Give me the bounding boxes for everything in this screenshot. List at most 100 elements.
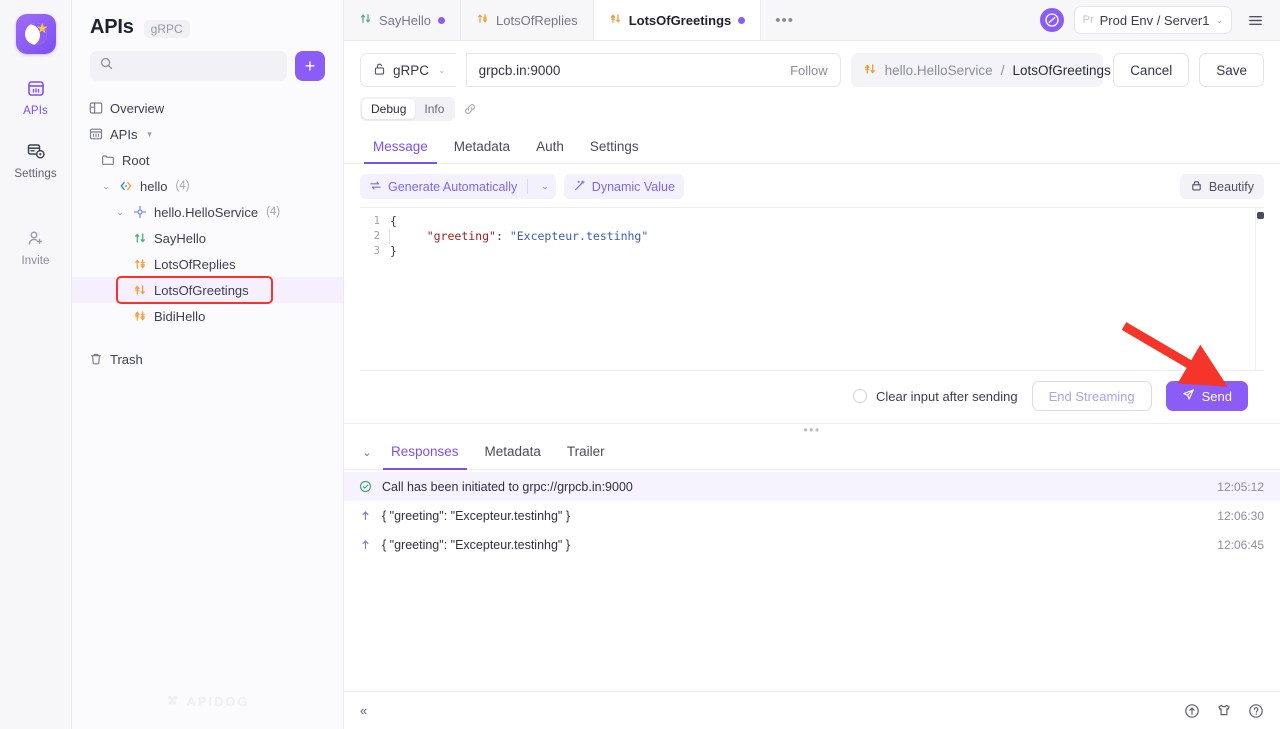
hamburger-icon[interactable] bbox=[1242, 7, 1268, 33]
tree-item-lotsofreplies[interactable]: LotsOfReplies bbox=[72, 251, 343, 277]
tab-auth[interactable]: Auth bbox=[523, 131, 577, 163]
left-rail: ★ APIs Settings Invite bbox=[0, 0, 72, 729]
search-icon bbox=[100, 57, 113, 75]
save-button[interactable]: Save bbox=[1199, 53, 1264, 87]
code-line: 3 } bbox=[360, 244, 1264, 259]
tree-item-overview[interactable]: Overview bbox=[72, 95, 343, 121]
tab-response-metadata[interactable]: Metadata bbox=[472, 435, 554, 469]
tree-label: BidiHello bbox=[154, 309, 205, 324]
chevron-down-icon[interactable]: ⌄ bbox=[356, 446, 378, 459]
response-text: { "greeting": "Excepteur.testinhg" } bbox=[382, 538, 570, 552]
response-tabs: ⌄ Responses Metadata Trailer bbox=[344, 435, 1280, 470]
protocol-select[interactable]: gRPC ⌄ bbox=[360, 53, 456, 87]
check-circle-icon bbox=[358, 480, 373, 493]
chevron-down-icon[interactable]: ⌄ bbox=[114, 207, 126, 218]
tab-settings[interactable]: Settings bbox=[577, 131, 652, 163]
client-stream-icon bbox=[132, 282, 148, 298]
tab-dirty-dot bbox=[438, 17, 445, 24]
chevron-down-icon[interactable]: ⌄ bbox=[438, 65, 446, 76]
segment-debug[interactable]: Debug bbox=[362, 99, 415, 119]
tab-label: LotsOfReplies bbox=[496, 13, 578, 28]
clear-input-label: Clear input after sending bbox=[876, 389, 1018, 404]
link-icon[interactable] bbox=[463, 102, 477, 116]
collapse-sidebar-button[interactable]: « bbox=[360, 703, 366, 718]
json-editor[interactable]: 1 { 2 "greeting": "Excepteur.testinhg" 3… bbox=[360, 207, 1264, 370]
generate-automatically-button[interactable]: Generate Automatically ⌄ bbox=[360, 174, 556, 199]
tree-item-lotsofgreetings[interactable]: LotsOfGreetings bbox=[72, 277, 343, 303]
response-time: 12:06:45 bbox=[1217, 538, 1264, 552]
rail-item-apis[interactable]: APIs bbox=[4, 76, 68, 117]
rail-item-invite[interactable]: Invite bbox=[4, 226, 68, 267]
response-text: Call has been initiated to grpc://grpcb.… bbox=[382, 480, 633, 494]
send-label: Send bbox=[1202, 389, 1232, 404]
line-text: } bbox=[390, 244, 397, 259]
tab-responses[interactable]: Responses bbox=[378, 435, 472, 469]
response-row[interactable]: { "greeting": "Excepteur.testinhg" } 12:… bbox=[344, 530, 1280, 559]
code-content: 1 { 2 "greeting": "Excepteur.testinhg" 3… bbox=[360, 208, 1264, 259]
tree-label: APIs bbox=[110, 127, 137, 142]
dynamic-value-button[interactable]: Dynamic Value bbox=[564, 174, 684, 199]
tab-overflow-button[interactable]: ••• bbox=[761, 0, 808, 40]
tree-item-root[interactable]: Root bbox=[72, 147, 343, 173]
help-circle-icon[interactable] bbox=[1248, 703, 1264, 719]
checkbox-box[interactable] bbox=[853, 389, 867, 403]
protocol-label: gRPC bbox=[393, 63, 429, 78]
invite-icon bbox=[24, 226, 48, 250]
rail-item-settings[interactable]: Settings bbox=[4, 139, 68, 180]
service-icon bbox=[132, 204, 148, 220]
tree-item-helloservice[interactable]: ⌄ hello.HelloService (4) bbox=[72, 199, 343, 225]
sidebar-header: APIs gRPC bbox=[72, 0, 343, 43]
chevron-down-icon[interactable]: ⌄ bbox=[1215, 15, 1223, 26]
tab-metadata[interactable]: Metadata bbox=[441, 131, 523, 163]
response-list: Call has been initiated to grpc://grpcb.… bbox=[344, 470, 1280, 559]
beautify-button[interactable]: Beautify bbox=[1180, 174, 1264, 199]
tab-trailer[interactable]: Trailer bbox=[554, 435, 618, 469]
tree-label: hello bbox=[140, 179, 167, 194]
code-indent bbox=[399, 229, 427, 243]
chevron-down-icon[interactable]: ⌄ bbox=[534, 181, 556, 192]
search-input[interactable] bbox=[119, 59, 277, 73]
tree-item-hello[interactable]: ⌄ hello (4) bbox=[72, 173, 343, 199]
shirt-icon[interactable] bbox=[1216, 703, 1232, 719]
tree-item-sayhello[interactable]: SayHello bbox=[72, 225, 343, 251]
trash-icon bbox=[88, 351, 104, 367]
panel-splitter[interactable]: ••• bbox=[344, 423, 1280, 435]
environment-select[interactable]: Pr Prod Env / Server1 ⌄ bbox=[1074, 6, 1232, 34]
apidog-logo[interactable]: ★ bbox=[16, 14, 56, 54]
send-button[interactable]: Send bbox=[1166, 381, 1248, 411]
upload-circle-icon[interactable] bbox=[1184, 703, 1200, 719]
tree-item-trash[interactable]: Trash bbox=[72, 346, 343, 372]
url-field[interactable]: Follow bbox=[466, 53, 841, 87]
end-streaming-button[interactable]: End Streaming bbox=[1032, 381, 1152, 411]
url-input[interactable] bbox=[479, 63, 791, 78]
method-select[interactable]: hello.HelloService / LotsOfGreetings bbox=[851, 53, 1104, 87]
scrollbar-thumb[interactable] bbox=[1257, 212, 1264, 219]
tab-message[interactable]: Message bbox=[360, 131, 441, 163]
tab-lotsofgreetings[interactable]: LotsOfGreetings bbox=[594, 0, 762, 40]
api-tree: Overview APIs ▾ Root ⌄ bbox=[72, 91, 343, 729]
search-box[interactable] bbox=[90, 51, 287, 81]
apis-icon bbox=[24, 76, 48, 100]
clear-input-checkbox[interactable]: Clear input after sending bbox=[853, 389, 1018, 404]
tree-label: Root bbox=[122, 153, 149, 168]
tree-item-apis[interactable]: APIs ▾ bbox=[72, 121, 343, 147]
response-panel: ⌄ Responses Metadata Trailer Call has be… bbox=[344, 435, 1280, 691]
env-value: Prod Env / Server1 bbox=[1100, 13, 1210, 28]
response-row[interactable]: Call has been initiated to grpc://grpcb.… bbox=[344, 472, 1280, 501]
status-bar-icons bbox=[1184, 703, 1264, 719]
editor-scrollbar[interactable] bbox=[1255, 208, 1264, 370]
line-text: "greeting": "Excepteur.testinhg" bbox=[389, 229, 648, 244]
tree-item-bidihello[interactable]: BidiHello bbox=[72, 303, 343, 329]
add-button[interactable]: + bbox=[295, 51, 325, 81]
chevron-down-icon[interactable]: ⌄ bbox=[100, 181, 112, 192]
code-string: "Excepteur.testinhg" bbox=[510, 229, 648, 243]
segment-info[interactable]: Info bbox=[415, 99, 453, 119]
proto-icon bbox=[118, 178, 134, 194]
env-globe-icon[interactable] bbox=[1040, 8, 1064, 32]
chevron-down-icon[interactable]: ▾ bbox=[143, 129, 155, 140]
tab-lotsofreplies[interactable]: LotsOfReplies bbox=[461, 0, 594, 40]
cancel-button[interactable]: Cancel bbox=[1113, 53, 1189, 87]
tab-sayhello[interactable]: SayHello bbox=[344, 0, 461, 40]
follow-button[interactable]: Follow bbox=[790, 63, 828, 78]
response-row[interactable]: { "greeting": "Excepteur.testinhg" } 12:… bbox=[344, 501, 1280, 530]
